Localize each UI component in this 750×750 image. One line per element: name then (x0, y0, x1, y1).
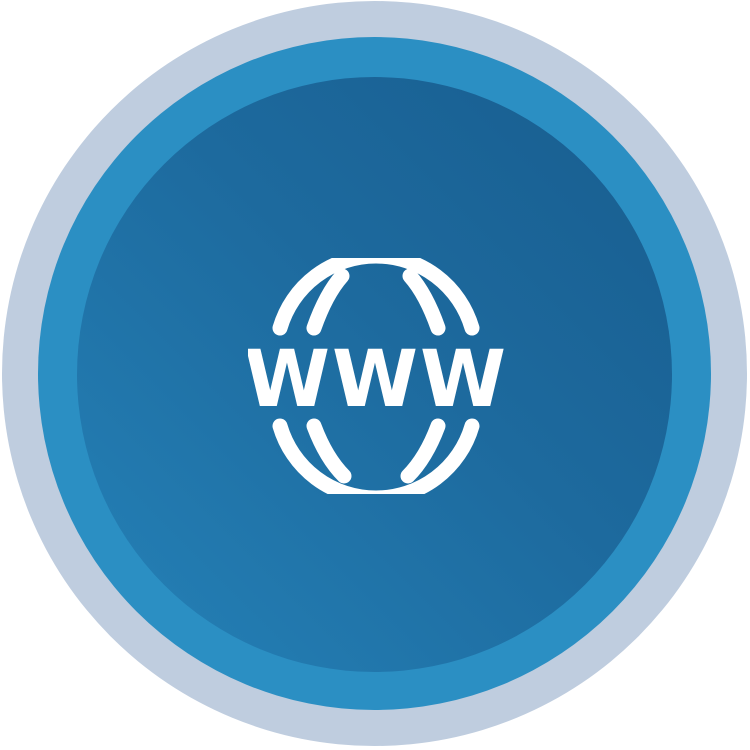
globe-www-icon: WWW (248, 258, 504, 494)
globe-badge: WWW (0, 0, 750, 750)
www-label: WWW (248, 335, 504, 425)
